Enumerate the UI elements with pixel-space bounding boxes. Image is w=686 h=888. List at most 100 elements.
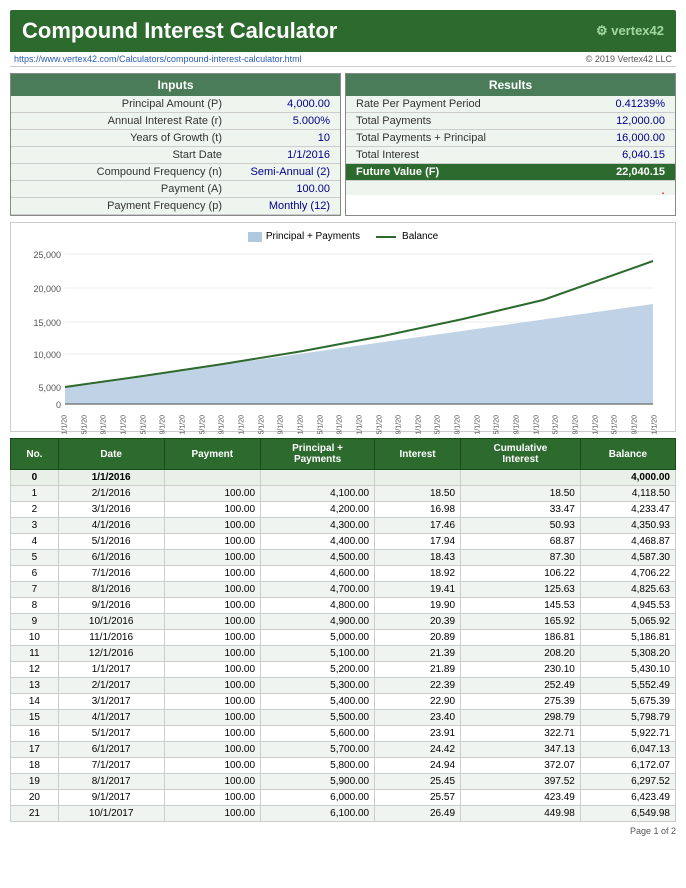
table-cell: 100.00 <box>164 534 261 550</box>
input-value-startdate: 1/1/2016 <box>230 149 330 161</box>
table-row: 176/1/2017100.005,700.0024.42347.136,047… <box>11 742 676 758</box>
result-row-totalpayments: Total Payments 12,000.00 <box>346 113 675 130</box>
legend-balance: Balance <box>376 231 438 242</box>
table-cell: 18 <box>11 758 59 774</box>
svg-text:5,000: 5,000 <box>38 383 61 393</box>
col-header-balance: Balance <box>580 439 675 470</box>
table-cell: 100.00 <box>164 710 261 726</box>
table-cell: 5,430.10 <box>580 662 675 678</box>
result-value-totalpayments: 12,000.00 <box>585 115 665 127</box>
table-cell: 100.00 <box>164 774 261 790</box>
table-row: 56/1/2016100.004,500.0018.4387.304,587.3… <box>11 550 676 566</box>
result-value-totalpp: 16,000.00 <box>585 132 665 144</box>
table-row: 78/1/2016100.004,700.0019.41125.634,825.… <box>11 582 676 598</box>
table-cell: 22.39 <box>375 678 461 694</box>
x-label-12: 1/1/2020 <box>297 427 304 435</box>
table-cell: 7/1/2016 <box>58 566 164 582</box>
x-label-10: 5/1/2019 <box>258 427 265 435</box>
table-cell: 68.87 <box>461 534 581 550</box>
table-cell: 3 <box>11 518 59 534</box>
table-cell: 1 <box>11 486 59 502</box>
table-cell: 8/1/2017 <box>58 774 164 790</box>
table-cell: 100.00 <box>164 806 261 822</box>
input-row-rate: Annual Interest Rate (r) 5.000% <box>11 113 340 130</box>
table-cell: 100.00 <box>164 598 261 614</box>
table-cell: 5 <box>11 550 59 566</box>
inputs-section: Inputs Principal Amount (P) 4,000.00 Ann… <box>10 73 341 216</box>
table-cell: 165.92 <box>461 614 581 630</box>
table-cell: 275.39 <box>461 694 581 710</box>
legend-principal-box <box>248 232 262 242</box>
table-cell: 4/1/2016 <box>58 518 164 534</box>
x-label-27: 1/1/2025 <box>592 427 599 435</box>
table-cell: 4,587.30 <box>580 550 675 566</box>
table-cell: 14 <box>11 694 59 710</box>
result-label-totalpp: Total Payments + Principal <box>356 132 585 144</box>
input-label-payfreq: Payment Frequency (p) <box>21 200 230 212</box>
table-row: 67/1/2016100.004,600.0018.92106.224,706.… <box>11 566 676 582</box>
x-label-25: 5/1/2024 <box>553 427 560 435</box>
result-label-totalinterest: Total Interest <box>356 149 585 161</box>
table-cell: 6,549.98 <box>580 806 675 822</box>
table-cell: 4,600.00 <box>261 566 375 582</box>
results-header: Results <box>346 74 675 96</box>
table-cell: 6,100.00 <box>261 806 375 822</box>
table-cell: 4,300.00 <box>261 518 375 534</box>
x-label-28: 5/1/2025 <box>612 427 619 435</box>
table-cell: 6,047.13 <box>580 742 675 758</box>
table-cell: 145.53 <box>461 598 581 614</box>
svg-text:0: 0 <box>56 400 61 410</box>
table-row: 01/1/20164,000.00 <box>11 470 676 486</box>
table-cell: 100.00 <box>164 742 261 758</box>
table-cell: 125.63 <box>461 582 581 598</box>
table-cell: 5/1/2016 <box>58 534 164 550</box>
table-cell: 449.98 <box>461 806 581 822</box>
table-cell: 19.90 <box>375 598 461 614</box>
table-row: 23/1/2016100.004,200.0016.9833.474,233.4… <box>11 502 676 518</box>
table-cell: 8 <box>11 598 59 614</box>
app-url: https://www.vertex42.com/Calculators/com… <box>14 54 302 64</box>
table-cell: 20.89 <box>375 630 461 646</box>
table-cell: 13 <box>11 678 59 694</box>
input-value-years: 10 <box>230 132 330 144</box>
table-cell: 17.46 <box>375 518 461 534</box>
table-cell: 100.00 <box>164 502 261 518</box>
table-cell: 24.42 <box>375 742 461 758</box>
table-cell: 4,118.50 <box>580 486 675 502</box>
input-value-principal: 4,000.00 <box>230 98 330 110</box>
table-cell: 4,400.00 <box>261 534 375 550</box>
table-cell: 5,500.00 <box>261 710 375 726</box>
input-row-years: Years of Growth (t) 10 <box>11 130 340 147</box>
table-cell: 18.92 <box>375 566 461 582</box>
table-cell: 18.50 <box>461 486 581 502</box>
table-cell: 4,700.00 <box>261 582 375 598</box>
table-cell: 11/1/2016 <box>58 630 164 646</box>
table-cell: 19 <box>11 774 59 790</box>
legend-balance-label: Balance <box>402 231 438 242</box>
table-cell: 186.81 <box>461 630 581 646</box>
x-label-20: 9/1/2022 <box>455 427 462 435</box>
table-cell: 21.89 <box>375 662 461 678</box>
app-title: Compound Interest Calculator <box>22 18 337 44</box>
x-label-22: 5/1/2023 <box>494 427 501 435</box>
table-cell: 33.47 <box>461 502 581 518</box>
table-row: 154/1/2017100.005,500.0023.40298.795,798… <box>11 710 676 726</box>
table-cell: 17 <box>11 742 59 758</box>
result-row-totalpp: Total Payments + Principal 16,000.00 <box>346 130 675 147</box>
table-cell: 6,000.00 <box>261 790 375 806</box>
table-cell: 4,500.00 <box>261 550 375 566</box>
results-section: Results Rate Per Payment Period 0.41239%… <box>345 73 676 216</box>
table-cell: 100.00 <box>164 630 261 646</box>
table-cell: 5,186.81 <box>580 630 675 646</box>
table-cell: 5,800.00 <box>261 758 375 774</box>
chart-legend: Principal + Payments Balance <box>19 231 667 242</box>
x-label-5: 9/1/2017 <box>160 427 167 435</box>
table-cell: 5,600.00 <box>261 726 375 742</box>
table-cell: 23.40 <box>375 710 461 726</box>
x-label-26: 9/1/2024 <box>573 427 580 435</box>
input-label-startdate: Start Date <box>21 149 230 161</box>
table-cell: 347.13 <box>461 742 581 758</box>
table-cell: 10 <box>11 630 59 646</box>
table-cell: 16.98 <box>375 502 461 518</box>
x-label-9: 1/1/2019 <box>238 427 245 435</box>
